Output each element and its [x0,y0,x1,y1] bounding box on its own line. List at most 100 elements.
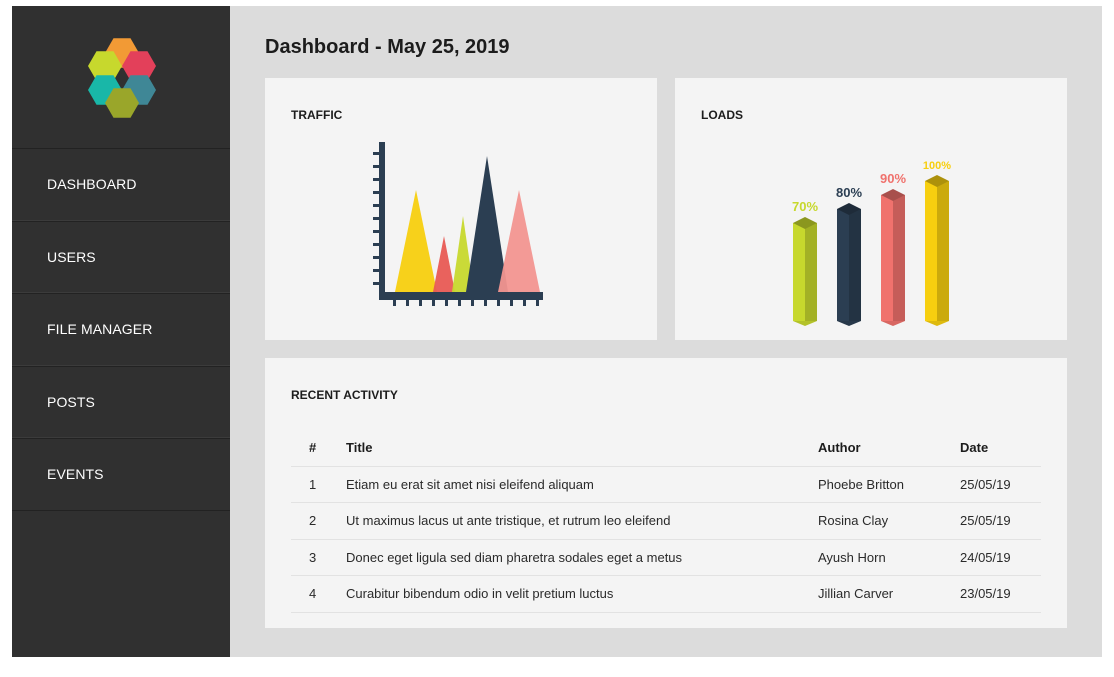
traffic-y-tick [373,230,379,233]
table-row[interactable]: 1 Etiam eu erat sit amet nisi eleifend a… [291,465,1041,503]
load-bar-base [925,321,949,326]
traffic-x-tick [510,300,513,306]
cell-title: Ut maximus lacus ut ante tristique, et r… [346,502,818,539]
cell-date: 23/05/19 [960,575,1041,613]
cell-title: Curabitur bibendum odio in velit pretium… [346,575,818,613]
table-row[interactable]: 3 Donec eget ligula sed diam pharetra so… [291,538,1041,576]
load-bar-left-face [793,223,805,321]
traffic-y-axis [379,142,385,300]
traffic-x-tick [484,300,487,306]
traffic-y-tick [373,282,379,285]
traffic-x-tick [497,300,500,306]
traffic-x-tick [393,300,396,306]
cell-number: 3 [291,538,346,576]
sidebar-item-posts[interactable]: POSTS [12,365,230,438]
sidebar-item-label: FILE MANAGER [47,321,153,338]
traffic-x-tick [458,300,461,306]
sidebar-item-label: USERS [47,248,96,265]
load-bar-right-face [893,195,905,321]
traffic-card-title: TRAFFIC [291,108,343,122]
page-title: Dashboard - May 25, 2019 [265,36,510,58]
recent-activity-card: RECENT ACTIVITY # Title Author Date 1 Et… [265,358,1067,628]
load-bar-base [837,321,861,326]
traffic-x-tick [471,300,474,306]
loads-card-title: LOADS [701,108,743,122]
traffic-peak [395,190,437,292]
cell-title: Donec eget ligula sed diam pharetra soda… [346,538,818,576]
sidebar-item-label: POSTS [47,393,95,410]
load-bar-left-face [925,181,937,321]
load-bar: 70% [792,199,818,326]
load-bar: 80% [836,185,862,326]
table-header-row: # Title Author Date [291,430,1041,466]
load-bar-right-face [849,209,861,321]
sidebar-item-dashboard[interactable]: DASHBOARD [12,148,230,221]
traffic-peak [498,190,540,292]
cell-date: 24/05/19 [960,538,1041,576]
column-header-number: # [309,440,317,456]
traffic-illustration [373,142,543,306]
activity-table: # Title Author Date 1 Etiam eu erat sit … [291,430,1041,613]
traffic-x-tick [523,300,526,306]
traffic-peak [466,156,508,292]
traffic-x-tick [419,300,422,306]
load-bar: 90% [880,171,906,326]
table-row[interactable]: 4 Curabitur bibendum odio in velit preti… [291,575,1041,613]
loads-card: LOADS 70% 80% 90% 100% [675,78,1067,340]
recent-activity-title: RECENT ACTIVITY [291,388,398,402]
sidebar-item-file-manager[interactable]: FILE MANAGER [12,293,230,366]
load-bar-base [793,321,817,326]
traffic-y-tick [373,204,379,207]
sidebar-item-users[interactable]: USERS [12,220,230,293]
cell-number: 4 [291,575,346,613]
sidebar: DASHBOARD USERS FILE MANAGER POSTS EVENT… [12,6,230,657]
traffic-y-tick [373,269,379,272]
load-bar-base [881,321,905,326]
traffic-peak [433,236,455,292]
app-window: DASHBOARD USERS FILE MANAGER POSTS EVENT… [12,6,1102,657]
cell-author: Phoebe Britton [818,465,960,503]
traffic-x-tick [536,300,539,306]
traffic-y-tick [373,191,379,194]
column-header-author: Author [818,440,861,456]
traffic-y-tick [373,165,379,168]
load-bar-right-face [937,181,949,321]
traffic-x-tick [432,300,435,306]
cell-author: Jillian Carver [818,575,960,613]
column-header-title: Title [346,440,373,456]
traffic-y-tick [373,256,379,259]
sidebar-nav: DASHBOARD USERS FILE MANAGER POSTS EVENT… [12,148,230,511]
cell-title: Etiam eu erat sit amet nisi eleifend ali… [346,465,818,503]
load-bar-label: 80% [836,185,862,200]
traffic-y-tick [373,217,379,220]
cell-date: 25/05/19 [960,465,1041,503]
traffic-y-tick [373,178,379,181]
cell-number: 2 [291,502,346,539]
loads-bar-chart: 70% 80% 90% 100% [792,160,951,326]
traffic-card: TRAFFIC [265,78,657,340]
cell-number: 1 [291,465,346,503]
load-bar-label: 70% [792,199,818,214]
traffic-x-axis [379,292,543,300]
hexagon-logo-icon [88,38,156,118]
logo[interactable] [12,6,230,148]
load-bar-label: 90% [880,171,906,186]
load-bar-label: 100% [923,160,951,172]
cell-author: Ayush Horn [818,538,960,576]
cell-author: Rosina Clay [818,502,960,539]
load-bar-right-face [805,223,817,321]
traffic-y-tick [373,243,379,246]
traffic-x-tick [406,300,409,306]
sidebar-item-label: DASHBOARD [47,176,137,193]
load-bar-left-face [837,209,849,321]
cell-date: 25/05/19 [960,502,1041,539]
load-bar-left-face [881,195,893,321]
table-row[interactable]: 2 Ut maximus lacus ut ante tristique, et… [291,502,1041,539]
main-content: Dashboard - May 25, 2019 TRAFFIC LOADS 7… [230,6,1102,657]
sidebar-item-label: EVENTS [47,466,104,483]
traffic-x-tick [445,300,448,306]
sidebar-item-events[interactable]: EVENTS [12,438,230,511]
column-header-date: Date [960,440,989,456]
traffic-y-tick [373,152,379,155]
load-bar: 100% [923,160,951,326]
